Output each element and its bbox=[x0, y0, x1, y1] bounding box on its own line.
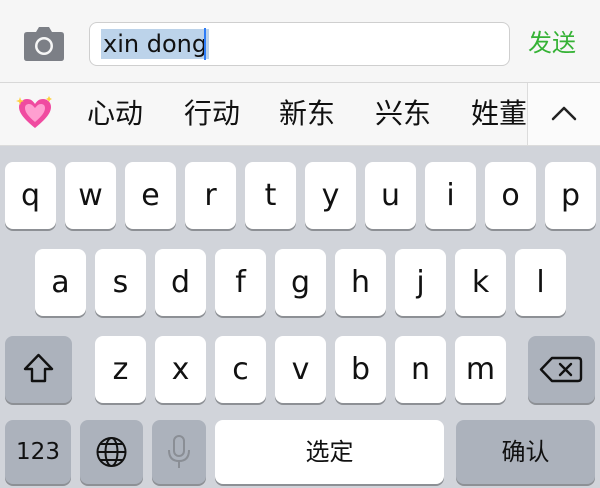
candidate-item[interactable]: 姓董 bbox=[471, 97, 527, 131]
shift-arrow-icon bbox=[23, 353, 54, 383]
key-s[interactable]: s bbox=[95, 249, 146, 316]
key-e[interactable]: e bbox=[125, 162, 176, 229]
key-x[interactable]: x bbox=[155, 336, 206, 403]
key-m[interactable]: m bbox=[455, 336, 506, 403]
key-p[interactable]: p bbox=[545, 162, 596, 229]
key-u[interactable]: u bbox=[365, 162, 416, 229]
backspace-icon bbox=[539, 356, 583, 383]
candidate-item[interactable]: 心动 bbox=[87, 97, 143, 131]
key-q[interactable]: q bbox=[5, 162, 56, 229]
microphone-icon bbox=[168, 435, 190, 468]
key-t[interactable]: t bbox=[245, 162, 296, 229]
key-d[interactable]: d bbox=[155, 249, 206, 316]
key-j[interactable]: j bbox=[395, 249, 446, 316]
composing-text: xin dong bbox=[101, 29, 210, 59]
key-i[interactable]: i bbox=[425, 162, 476, 229]
candidate-item[interactable]: 新东 bbox=[279, 97, 335, 131]
delete-key[interactable] bbox=[528, 336, 595, 403]
candidate-bar: 心动 行动 新东 兴东 姓董 bbox=[0, 83, 600, 146]
key-c[interactable]: c bbox=[215, 336, 266, 403]
key-f[interactable]: f bbox=[215, 249, 266, 316]
chevron-up-icon bbox=[551, 106, 577, 121]
key-w[interactable]: w bbox=[65, 162, 116, 229]
send-button[interactable]: 发送 bbox=[528, 27, 576, 59]
globe-icon bbox=[96, 437, 127, 467]
shift-key[interactable] bbox=[5, 336, 72, 403]
key-o[interactable]: o bbox=[485, 162, 536, 229]
candidate-item[interactable]: 行动 bbox=[184, 97, 240, 131]
message-input-bar: xin dong 发送 bbox=[0, 0, 600, 83]
key-a[interactable]: a bbox=[35, 249, 86, 316]
key-h[interactable]: h bbox=[335, 249, 386, 316]
numbers-key[interactable]: 123 bbox=[5, 420, 71, 484]
camera-icon[interactable] bbox=[22, 26, 66, 62]
key-r[interactable]: r bbox=[185, 162, 236, 229]
expand-candidates-button[interactable] bbox=[527, 83, 600, 145]
confirm-key[interactable]: 确认 bbox=[456, 420, 595, 484]
key-z[interactable]: z bbox=[95, 336, 146, 403]
key-g[interactable]: g bbox=[275, 249, 326, 316]
key-l[interactable]: l bbox=[515, 249, 566, 316]
key-y[interactable]: y bbox=[305, 162, 356, 229]
key-b[interactable]: b bbox=[335, 336, 386, 403]
text-caret bbox=[204, 28, 206, 60]
key-k[interactable]: k bbox=[455, 249, 506, 316]
globe-key[interactable] bbox=[80, 420, 143, 484]
key-n[interactable]: n bbox=[395, 336, 446, 403]
space-key[interactable]: 选定 bbox=[215, 420, 444, 484]
microphone-key[interactable] bbox=[152, 420, 206, 484]
message-input[interactable]: xin dong bbox=[89, 22, 510, 66]
key-v[interactable]: v bbox=[275, 336, 326, 403]
candidate-item[interactable]: 兴东 bbox=[375, 97, 431, 131]
sparkling-heart-icon[interactable] bbox=[16, 95, 54, 131]
